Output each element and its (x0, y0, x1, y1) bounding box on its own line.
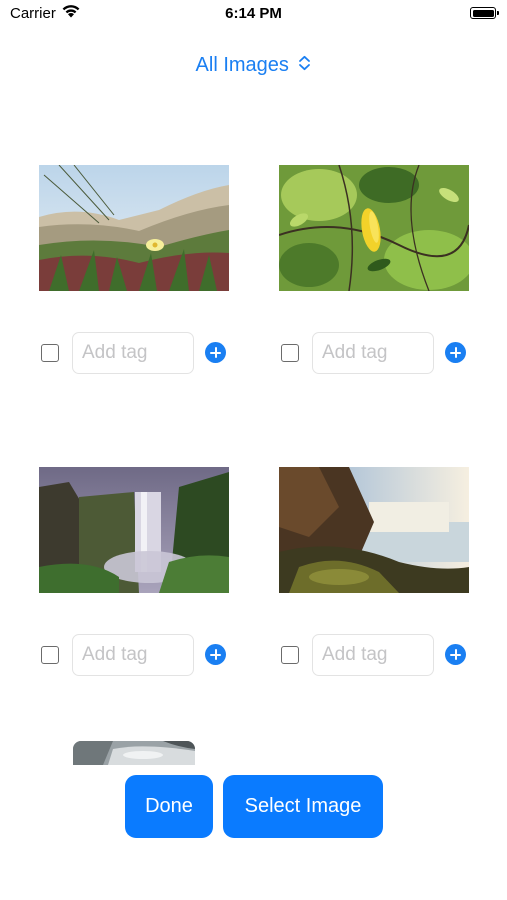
yellow-leaf-branches-photo[interactable] (279, 165, 469, 291)
tag-input[interactable] (312, 332, 434, 374)
tag-row (279, 634, 469, 676)
stream-rocks-photo[interactable] (73, 741, 195, 765)
select-image-button[interactable]: Select Image (223, 775, 383, 838)
select-checkbox[interactable] (281, 646, 299, 664)
add-tag-button[interactable] (205, 342, 226, 363)
misty-waterfall-photo[interactable] (39, 467, 229, 593)
add-tag-button[interactable] (205, 644, 226, 665)
add-tag-button[interactable] (445, 644, 466, 665)
select-checkbox[interactable] (41, 344, 59, 362)
select-checkbox[interactable] (281, 344, 299, 362)
tag-input[interactable] (312, 634, 434, 676)
add-tag-button[interactable] (445, 342, 466, 363)
beach-dune-flower-photo[interactable] (39, 165, 229, 291)
tag-row (39, 332, 229, 374)
album-filter-label: All Images (195, 54, 289, 76)
chevron-up-down-icon (298, 54, 311, 77)
battery-icon (470, 7, 499, 19)
tag-row (39, 634, 229, 676)
tag-input[interactable] (72, 634, 194, 676)
tag-input[interactable] (72, 332, 194, 374)
status-bar: Carrier 6:14 PM (0, 0, 507, 30)
album-filter-selector[interactable]: All Images (0, 54, 507, 77)
tag-row (279, 332, 469, 374)
sunlit-waterfall-photo[interactable] (279, 467, 469, 593)
done-button[interactable]: Done (125, 775, 213, 838)
clock-label: 6:14 PM (225, 5, 282, 22)
select-checkbox[interactable] (41, 646, 59, 664)
